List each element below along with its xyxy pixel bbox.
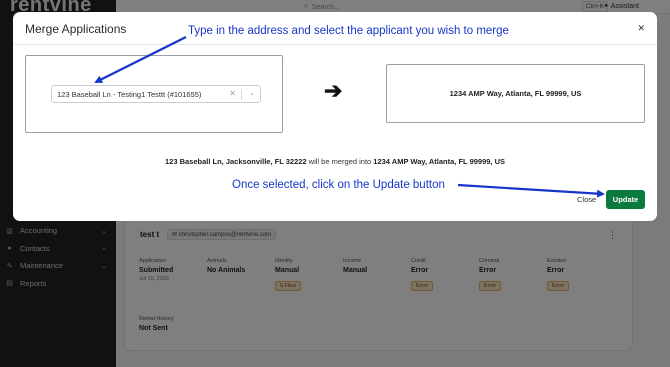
annotation-bottom: Once selected, click on the Update butto… <box>232 179 445 191</box>
select-separator <box>241 89 242 100</box>
applicant-select[interactable]: 123 Baseball Ln - Testing1 Testtt (#1016… <box>51 85 261 103</box>
chevron-down-icon[interactable]: ⌄ <box>249 89 255 97</box>
arrow-right-icon: ➔ <box>324 78 343 103</box>
clear-icon[interactable]: ✕ <box>229 89 236 98</box>
applicant-select-value: 123 Baseball Ln - Testing1 Testtt (#1016… <box>57 89 202 99</box>
merge-source: 123 Baseball Ln, Jacksonville, FL 32222 <box>164 157 307 166</box>
source-box: 123 Baseball Ln - Testing1 Testtt (#1016… <box>25 55 283 133</box>
update-button[interactable]: Update <box>606 190 645 209</box>
annotation-top: Type in the address and select the appli… <box>188 25 509 37</box>
modal-divider <box>13 44 657 45</box>
target-box: 1234 AMP Way, Atlanta, FL 99999, US <box>386 64 645 123</box>
close-button[interactable]: Close <box>577 195 596 204</box>
close-icon[interactable]: ✕ <box>637 23 645 34</box>
target-address: 1234 AMP Way, Atlanta, FL 99999, US <box>449 89 582 98</box>
merge-target: 1234 AMP Way, Atlanta, FL 99999, US <box>373 157 506 166</box>
merge-summary: 123 Baseball Ln, Jacksonville, FL 32222 … <box>13 157 657 166</box>
modal-title: Merge Applications <box>25 22 127 36</box>
merge-connector: will be merged into <box>306 157 374 166</box>
merge-applications-modal: Merge Applications ✕ Type in the address… <box>13 12 657 221</box>
